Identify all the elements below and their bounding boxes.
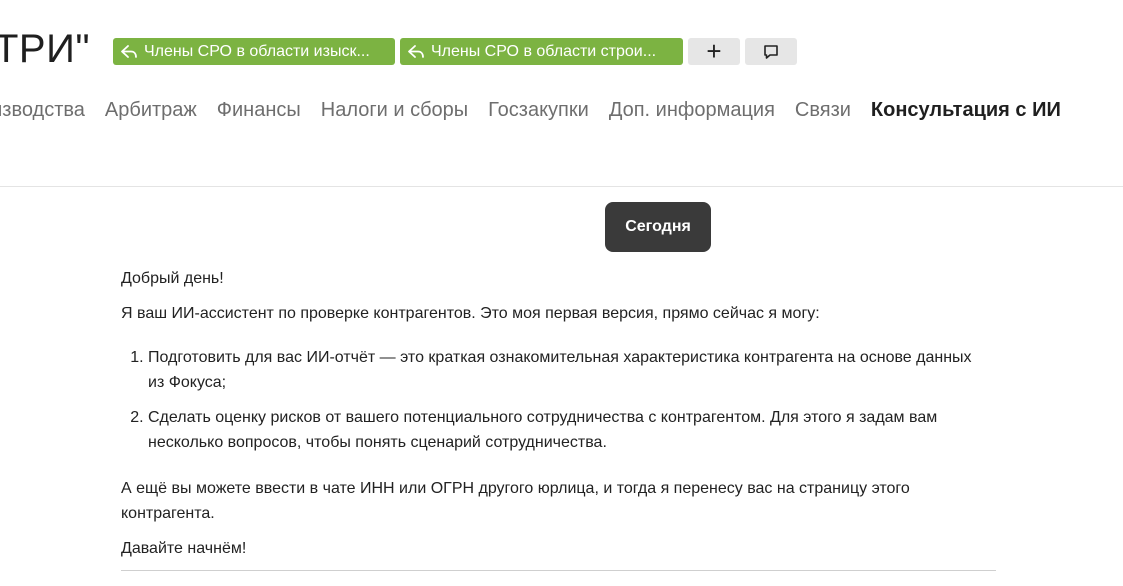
nav-item-arbitration[interactable]: Арбитраж: [105, 99, 197, 122]
assistant-message: Добрый день! Я ваш ИИ-ассистент по прове…: [121, 266, 991, 561]
message-closing: Давайте начнём!: [121, 540, 247, 557]
tag-label: Члены СРО в области изыск...: [144, 42, 370, 60]
list-item: Сделать оценку рисков от вашего потенциа…: [148, 405, 991, 455]
tag-sro-construction[interactable]: Члены СРО в области строи...: [400, 38, 683, 65]
message-extra: А ещё вы можете ввести в чате ИНН или ОГ…: [121, 480, 910, 522]
nav-item-production[interactable]: оизводства: [0, 99, 85, 122]
capabilities-list: Подготовить для вас ИИ-отчёт — это кратк…: [121, 345, 991, 455]
tag-label: Члены СРО в области строи...: [431, 42, 657, 60]
share-arrow-icon: [408, 44, 424, 58]
nav-item-procurement[interactable]: Госзакупки: [488, 99, 589, 122]
company-title: ТРИ": [0, 27, 91, 71]
message-greeting: Добрый день!: [121, 270, 224, 287]
message-intro: Я ваш ИИ-ассистент по проверке контраген…: [121, 305, 820, 322]
share-arrow-icon: [121, 44, 137, 58]
nav-item-ai-consultation[interactable]: Консультация с ИИ: [871, 99, 1061, 122]
message-divider: [121, 570, 996, 571]
comment-button[interactable]: [745, 38, 797, 65]
header-tags: Члены СРО в области изыск... Члены СРО в…: [113, 38, 797, 65]
section-nav: оизводства Арбитраж Финансы Налоги и сбо…: [0, 99, 1061, 122]
nav-item-finance[interactable]: Финансы: [217, 99, 301, 122]
comment-icon: [764, 44, 778, 59]
list-item: Подготовить для вас ИИ-отчёт — это кратк…: [148, 345, 991, 395]
header-divider: [0, 186, 1123, 187]
tag-sro-survey[interactable]: Члены СРО в области изыск...: [113, 38, 395, 65]
add-tag-button[interactable]: +: [688, 38, 740, 65]
nav-item-taxes[interactable]: Налоги и сборы: [321, 99, 468, 122]
date-badge: Сегодня: [605, 202, 711, 252]
nav-item-links[interactable]: Связи: [795, 99, 851, 122]
nav-item-extra-info[interactable]: Доп. информация: [609, 99, 775, 122]
